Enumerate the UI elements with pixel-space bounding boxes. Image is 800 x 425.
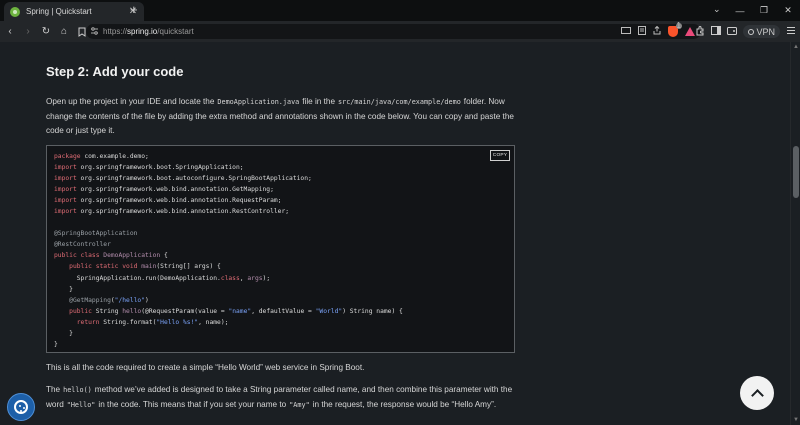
scroll-to-top-button[interactable] xyxy=(740,376,774,410)
instructions-paragraph: Open up the project in your IDE and loca… xyxy=(46,97,514,135)
brave-rewards-icon[interactable] xyxy=(685,27,695,36)
tab-spring-quickstart[interactable]: Spring | Quickstart ✕ xyxy=(4,2,144,21)
copy-button[interactable]: COPY xyxy=(490,150,510,161)
tab-strip: Spring | Quickstart ✕ + ⌄ — ❐ ✕ xyxy=(0,0,800,21)
inline-code-amy: "Amy" xyxy=(289,400,310,409)
forward-icon[interactable]: › xyxy=(20,24,36,40)
restore-icon[interactable]: ❐ xyxy=(752,0,776,21)
chevron-up-icon xyxy=(750,388,764,402)
inline-code-filename: DemoApplication.java xyxy=(217,98,300,106)
explanation-paragraph: The hello() method we’ve added is designed… xyxy=(46,385,513,409)
tab-title: Spring | Quickstart xyxy=(26,7,92,16)
window-close-icon[interactable]: ✕ xyxy=(776,0,800,21)
share-icon[interactable] xyxy=(653,25,661,37)
window-controls: — ❐ ✕ xyxy=(728,0,800,21)
address-bar-actions: 1 xyxy=(621,22,695,39)
code-listing: package com.example.demo; import org.spr… xyxy=(54,153,403,348)
home-icon[interactable]: ⌂ xyxy=(56,24,72,40)
menu-icon[interactable] xyxy=(786,26,796,37)
inline-code-folder: src/main/java/com/example/demo xyxy=(338,98,461,106)
new-tab-button[interactable]: + xyxy=(130,3,138,17)
code-block: COPY package com.example.demo; import or… xyxy=(46,145,515,353)
inline-code-hello: hello() xyxy=(63,386,92,394)
reload-icon[interactable]: ↻ xyxy=(38,24,54,40)
reader-mode-icon[interactable] xyxy=(638,26,646,37)
spring-leaf-icon xyxy=(10,6,20,17)
extensions-icon[interactable] xyxy=(695,25,705,38)
inline-code-hello-string: "Hello" xyxy=(66,400,96,409)
toolbar-right: VPN xyxy=(695,24,796,39)
sidebar-icon[interactable] xyxy=(711,26,722,37)
address-bar[interactable]: https://spring.io/quickstart 1 xyxy=(86,22,701,39)
tab-search-chevron-icon[interactable]: ⌄ xyxy=(713,4,721,15)
brave-shield-icon[interactable]: 1 xyxy=(668,22,682,37)
site-settings-icon[interactable] xyxy=(90,26,99,37)
vpn-button[interactable]: VPN xyxy=(743,25,780,38)
step-heading: Step 2: Add your code xyxy=(46,64,184,79)
cast-icon[interactable] xyxy=(621,26,631,37)
scroll-up-icon[interactable]: ▲ xyxy=(793,44,799,50)
summary-paragraph: This is all the code required to create … xyxy=(46,363,365,372)
shield-count-badge: 1 xyxy=(675,21,682,30)
cookie-icon xyxy=(14,400,28,414)
vpn-status-icon xyxy=(748,28,755,35)
back-icon[interactable]: ‹ xyxy=(2,24,18,40)
page-scrollbar[interactable]: ▲ ▼ xyxy=(790,42,800,425)
scrollbar-thumb[interactable] xyxy=(793,146,799,198)
wallet-icon[interactable] xyxy=(727,26,738,37)
cookie-settings-button[interactable] xyxy=(7,393,35,421)
minimize-icon[interactable]: — xyxy=(728,0,752,21)
scroll-down-icon[interactable]: ▼ xyxy=(793,417,799,423)
url-text: https://spring.io/quickstart xyxy=(103,27,194,36)
browser-toolbar: ‹ › ↻ ⌂ https://spring.io/quickstart 1 V… xyxy=(0,21,800,42)
